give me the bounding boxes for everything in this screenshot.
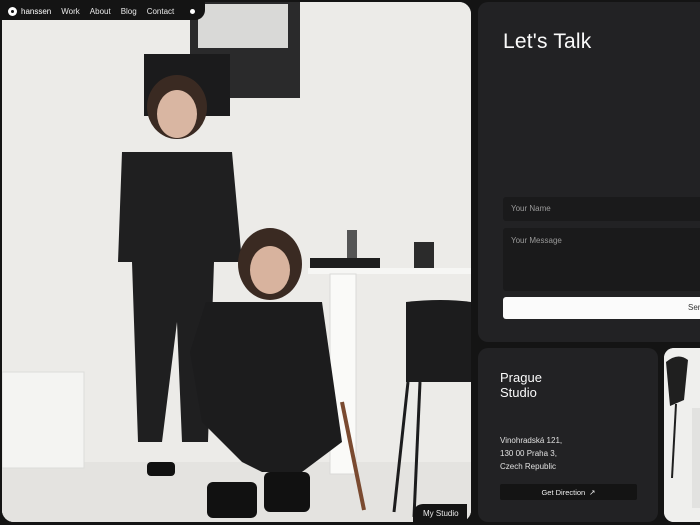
contact-title: Let's Talk — [503, 30, 592, 53]
brand-logo[interactable]: hanssen — [8, 6, 52, 16]
send-button[interactable]: Sen — [503, 297, 700, 319]
nav-link-blog[interactable]: Blog — [121, 7, 137, 16]
studio-photo — [2, 2, 471, 522]
name-input[interactable]: Your Name — [503, 197, 700, 221]
nav-link-contact[interactable]: Contact — [147, 7, 175, 16]
address-line: Czech Republic — [500, 462, 557, 471]
arrow-up-right-icon: ↗ — [589, 487, 596, 497]
hero-image — [2, 2, 471, 522]
top-nav: hanssen Work About Blog Contact — [2, 2, 206, 20]
name-placeholder: Your Name — [511, 204, 551, 213]
nav-link-about[interactable]: About — [90, 7, 111, 16]
nav-link-work[interactable]: Work — [61, 7, 80, 16]
my-studio-label: My Studio — [423, 508, 459, 518]
studio-thumbnail[interactable] — [664, 348, 700, 522]
thumbnail-photo — [664, 348, 700, 522]
my-studio-tag[interactable]: My Studio — [413, 504, 467, 522]
send-label: Sen — [688, 303, 700, 312]
contact-panel: Let's Talk Your Name Your Message Sen — [478, 2, 700, 342]
message-textarea[interactable]: Your Message — [503, 228, 700, 291]
brand-name: hanssen — [21, 6, 52, 16]
get-direction-label: Get Direction — [541, 487, 586, 497]
studio-title: Prague Studio — [500, 370, 542, 400]
studio-card: Prague Studio Vinohradská 121, 130 00 Pr… — [478, 348, 658, 522]
message-placeholder: Your Message — [511, 236, 562, 245]
address-line: 130 00 Praha 3, — [500, 449, 557, 458]
studio-address: Vinohradská 121, 130 00 Praha 3, Czech R… — [500, 434, 562, 473]
theme-toggle-icon[interactable] — [190, 8, 196, 14]
address-line: Vinohradská 121, — [500, 436, 563, 445]
logo-icon — [8, 6, 17, 16]
get-direction-button[interactable]: Get Direction ↗ — [500, 484, 637, 500]
